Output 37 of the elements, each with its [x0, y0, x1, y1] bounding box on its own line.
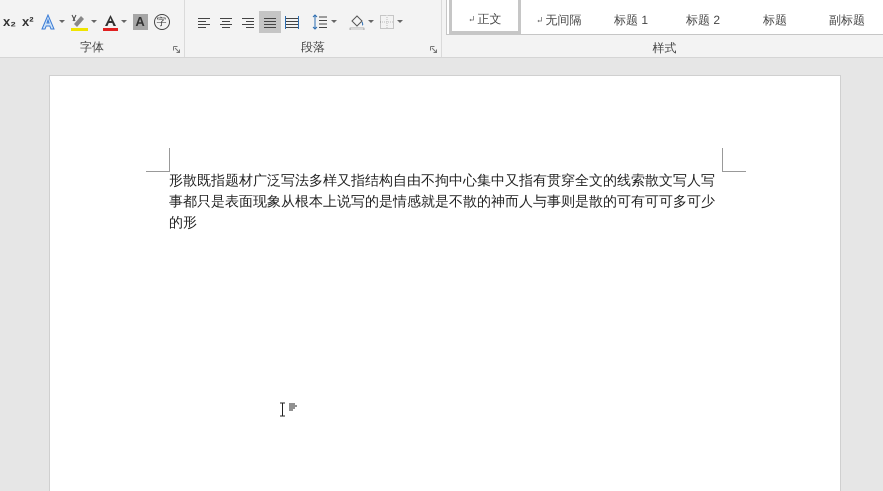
style-option[interactable]: 无间隔 [523, 0, 595, 34]
font-color-icon[interactable] [102, 14, 118, 30]
superscript-button[interactable]: x² [19, 11, 37, 33]
style-option[interactable]: 标题 [739, 0, 811, 34]
dialog-launcher-icon[interactable] [173, 46, 180, 53]
group-label: 样式 [652, 40, 676, 57]
text-cursor-icon [278, 402, 300, 418]
body-paragraph: 形散既指题材广泛写法多样又指结构自由不拘中心集中又指有贯穿全文的线索散文写人写事都只是表面现象从根本上说写的是情感就是不散的神而人与事则是散的可有可可多可少的形 [169, 171, 716, 232]
dropdown-caret-icon[interactable] [397, 20, 404, 24]
text-effects-icon[interactable] [40, 14, 56, 30]
paragraph-align-button[interactable] [259, 11, 282, 33]
character-shading-button[interactable]: A [132, 14, 148, 30]
dropdown-caret-icon[interactable] [368, 20, 374, 24]
subscript-button[interactable]: x₂ [0, 11, 20, 33]
dropdown-caret-icon[interactable] [90, 20, 97, 24]
style-option[interactable]: 副标题 [811, 0, 883, 34]
align-right-icon [241, 16, 256, 28]
style-option[interactable]: 标题 1 [595, 0, 667, 34]
align-left-icon [197, 16, 212, 28]
crop-mark-icon [146, 148, 170, 172]
dialog-launcher-icon[interactable] [430, 46, 437, 53]
paint-bucket-icon[interactable] [349, 14, 366, 30]
borders-icon[interactable] [380, 15, 394, 29]
enclose-characters-button[interactable]: 字 [154, 14, 170, 30]
distributed-align-icon [285, 16, 300, 28]
style-option[interactable]: 标题 2 [667, 0, 739, 34]
highlighter-icon[interactable] [70, 14, 88, 30]
group-label: 字体 [80, 39, 104, 56]
style-option[interactable]: 正文 [449, 0, 521, 34]
dropdown-caret-icon[interactable] [120, 20, 127, 24]
line-spacing-icon[interactable] [312, 14, 328, 30]
dropdown-caret-icon[interactable] [58, 20, 65, 24]
justify-icon [263, 16, 278, 28]
dropdown-caret-icon[interactable] [331, 20, 338, 24]
group-label: 段落 [301, 39, 326, 56]
crop-mark-icon [722, 148, 746, 172]
align-center-icon [219, 16, 234, 28]
